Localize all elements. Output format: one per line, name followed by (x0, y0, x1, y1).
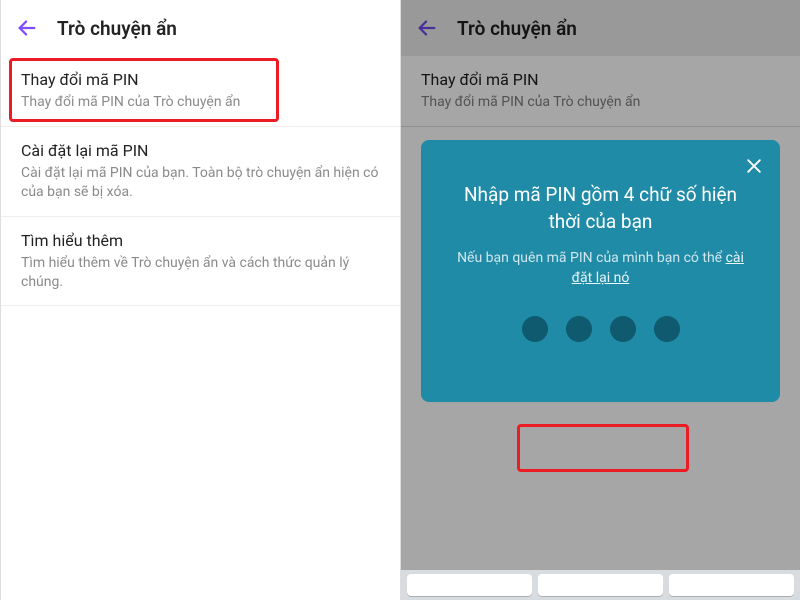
item-learn-more[interactable]: Tìm hiểu thêm Tìm hiểu thêm về Trò chuyệ… (1, 217, 400, 307)
keyboard-suggestion-bar (401, 570, 800, 600)
item-title: Tìm hiểu thêm (21, 231, 380, 250)
dialog-title: Nhập mã PIN gồm 4 chữ số hiện thời của b… (455, 182, 746, 235)
screen-settings-left: Trò chuyện ẩn Thay đổi mã PIN Thay đổi m… (0, 0, 400, 600)
pin-dot (654, 316, 680, 342)
pin-dot (522, 316, 548, 342)
keyboard-key[interactable] (538, 574, 663, 596)
item-change-pin[interactable]: Thay đổi mã PIN Thay đổi mã PIN của Trò … (1, 56, 400, 127)
settings-list: Thay đổi mã PIN Thay đổi mã PIN của Trò … (1, 56, 400, 306)
keyboard-key[interactable] (669, 574, 794, 596)
item-subtitle: Cài đặt lại mã PIN của bạn. Toàn bộ trò … (21, 164, 380, 202)
screen-pin-dialog-right: Trò chuyện ẩn Thay đổi mã PIN Thay đổi m… (400, 0, 800, 600)
item-subtitle: Thay đổi mã PIN của Trò chuyện ẩn (21, 93, 380, 112)
item-title: Thay đổi mã PIN (21, 70, 380, 89)
close-icon[interactable] (740, 152, 768, 180)
pin-input[interactable] (445, 316, 756, 342)
back-arrow-icon[interactable] (13, 14, 41, 42)
pin-dot (610, 316, 636, 342)
header: Trò chuyện ẩn (1, 0, 400, 56)
page-title: Trò chuyện ẩn (57, 17, 177, 40)
item-subtitle: Tìm hiểu thêm về Trò chuyện ẩn và cách t… (21, 254, 380, 292)
item-title: Cài đặt lại mã PIN (21, 141, 380, 160)
item-reset-pin[interactable]: Cài đặt lại mã PIN Cài đặt lại mã PIN củ… (1, 127, 400, 217)
dialog-sub-text: Nếu bạn quên mã PIN của mình bạn có thể (457, 250, 726, 266)
pin-entry-dialog: Nhập mã PIN gồm 4 chữ số hiện thời của b… (421, 140, 780, 402)
dialog-subtitle: Nếu bạn quên mã PIN của mình bạn có thể … (455, 249, 746, 288)
pin-dot (566, 316, 592, 342)
keyboard-key[interactable] (407, 574, 532, 596)
